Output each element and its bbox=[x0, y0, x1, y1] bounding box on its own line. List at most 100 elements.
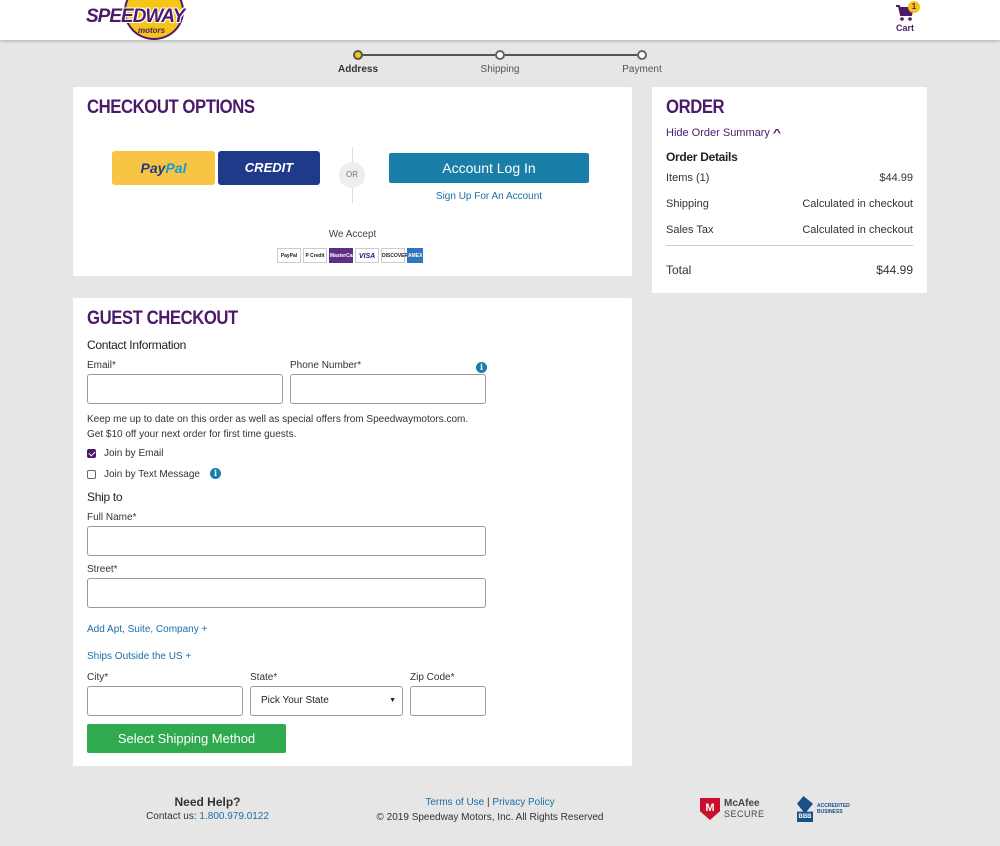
step-payment: Payment bbox=[602, 48, 682, 75]
mcafee-shield-icon: M bbox=[700, 798, 720, 820]
mcafee-secure-label: SECURE bbox=[724, 809, 765, 819]
promo-line-2: Get $10 off your next order for first ti… bbox=[87, 429, 297, 440]
zip-label: Zip Code* bbox=[410, 672, 455, 683]
bbb-torch-icon: BBB bbox=[797, 796, 813, 822]
paypal-credit-button[interactable]: CREDIT bbox=[218, 151, 320, 185]
contact-line: Contact us: 1.800.979.0122 bbox=[120, 811, 295, 822]
guest-checkout-title: GUEST CHECKOUT bbox=[87, 308, 238, 329]
state-select[interactable]: Pick Your State ▼ bbox=[250, 686, 403, 716]
email-field[interactable] bbox=[87, 374, 283, 404]
order-row-value: Calculated in checkout bbox=[802, 198, 913, 210]
bbb-text: ACCREDITED BUSINESS bbox=[817, 803, 850, 815]
accepted-payment-methods: PayPal P Credit MasterCard VISA DISCOVER… bbox=[277, 248, 423, 264]
city-label: City* bbox=[87, 672, 109, 683]
cart-label: Cart bbox=[895, 23, 914, 33]
state-label: State* bbox=[250, 672, 278, 683]
speedway-logo[interactable]: SPEEDWAY motors bbox=[86, 0, 186, 40]
order-total-label: Total bbox=[666, 263, 692, 277]
footer-legal: Terms of Use | Privacy Policy © 2019 Spe… bbox=[340, 797, 640, 823]
contact-information-heading: Contact Information bbox=[87, 338, 187, 352]
order-row-label: Sales Tax bbox=[666, 224, 714, 236]
cart-button[interactable]: 1 Cart bbox=[888, 1, 922, 38]
text-message-info-icon[interactable]: i bbox=[209, 468, 221, 479]
checkout-options-title: CHECKOUT OPTIONS bbox=[87, 97, 255, 118]
hide-order-summary-label: Hide Order Summary bbox=[666, 127, 770, 139]
discover-icon: DISCOVER bbox=[381, 248, 408, 263]
amex-icon: AMEX bbox=[407, 248, 423, 263]
checkout-options-card: CHECKOUT OPTIONS PayPal CREDIT OR Accoun… bbox=[73, 87, 632, 276]
order-row-shipping: Shipping Calculated in checkout bbox=[666, 198, 913, 210]
signup-link[interactable]: Sign Up For An Account bbox=[389, 191, 589, 202]
footer-links: Terms of Use | Privacy Policy bbox=[340, 797, 640, 808]
add-apt-suite-link[interactable]: Add Apt, Suite, Company + bbox=[87, 624, 207, 635]
order-details-heading: Order Details bbox=[666, 150, 738, 164]
cart-count-badge: 1 bbox=[908, 1, 920, 13]
order-row-label: Items (1) bbox=[666, 172, 710, 184]
step-label: Payment bbox=[622, 64, 662, 75]
footer-help: Need Help? Contact us: 1.800.979.0122 bbox=[120, 795, 295, 822]
step-address: Address bbox=[318, 48, 398, 75]
bbb-business-label: BUSINESS bbox=[817, 809, 843, 815]
join-email-option[interactable]: Join by Email bbox=[87, 448, 163, 459]
visa-icon: VISA bbox=[355, 248, 379, 263]
order-row-label: Shipping bbox=[666, 198, 709, 210]
paypal-label-pal: Pal bbox=[165, 160, 187, 176]
step-dot bbox=[353, 50, 363, 60]
need-help-heading: Need Help? bbox=[174, 795, 241, 809]
email-label: Email* bbox=[87, 360, 116, 371]
join-text-label: Join by Text Message bbox=[104, 469, 200, 480]
footer-separator: | bbox=[487, 797, 490, 808]
order-total-value: $44.99 bbox=[876, 263, 913, 277]
copyright: © 2019 Speedway Motors, Inc. All Rights … bbox=[376, 812, 604, 823]
mcafee-text: McAfee SECURE bbox=[724, 798, 765, 820]
contact-prefix: Contact us: bbox=[146, 811, 200, 822]
zip-field[interactable] bbox=[410, 686, 486, 716]
join-email-checkbox[interactable] bbox=[87, 449, 96, 458]
paypal-credit-icon: P Credit bbox=[303, 248, 327, 263]
join-text-checkbox[interactable] bbox=[87, 470, 96, 479]
promo-line-1: Keep me up to date on this order as well… bbox=[87, 414, 469, 425]
phone-info-icon[interactable]: i bbox=[476, 362, 487, 373]
phone-link[interactable]: 1.800.979.0122 bbox=[199, 811, 269, 822]
state-select-value: Pick Your State bbox=[261, 695, 329, 706]
logo-text: SPEEDWAY bbox=[86, 6, 185, 27]
bbb-accredited-badge[interactable]: BBB ACCREDITED BUSINESS bbox=[797, 796, 850, 822]
order-title: ORDER bbox=[666, 97, 725, 118]
dropdown-arrow-icon: ▼ bbox=[389, 697, 396, 704]
terms-link[interactable]: Terms of Use bbox=[425, 797, 484, 808]
step-shipping: Shipping bbox=[460, 48, 540, 75]
city-field[interactable] bbox=[87, 686, 243, 716]
logo-subtext: motors bbox=[138, 26, 166, 35]
join-email-label: Join by Email bbox=[104, 448, 164, 459]
step-label: Shipping bbox=[480, 64, 520, 75]
select-shipping-method-button[interactable]: Select Shipping Method bbox=[87, 724, 286, 753]
order-row-value: Calculated in checkout bbox=[802, 224, 913, 236]
privacy-link[interactable]: Privacy Policy bbox=[492, 797, 554, 808]
street-label: Street* bbox=[87, 564, 118, 575]
phone-label: Phone Number* bbox=[290, 360, 362, 371]
promo-text: Keep me up to date on this order as well… bbox=[87, 412, 507, 442]
street-field[interactable] bbox=[87, 578, 486, 608]
paypal-button[interactable]: PayPal bbox=[112, 151, 215, 185]
account-login-button[interactable]: Account Log In bbox=[389, 153, 589, 183]
order-summary-card: ORDER Hide Order Summary ^ Order Details … bbox=[652, 87, 927, 293]
we-accept-label: We Accept bbox=[328, 229, 377, 240]
chevron-up-icon: ^ bbox=[772, 128, 781, 139]
full-name-label: Full Name* bbox=[87, 512, 137, 523]
hide-order-summary-toggle[interactable]: Hide Order Summary ^ bbox=[666, 127, 781, 139]
ship-to-heading: Ship to bbox=[87, 490, 123, 504]
ships-outside-us-link[interactable]: Ships Outside the US + bbox=[87, 651, 191, 662]
phone-field[interactable] bbox=[290, 374, 486, 404]
paypal-credit-label: CREDIT bbox=[244, 160, 294, 175]
order-row-sales-tax: Sales Tax Calculated in checkout bbox=[666, 224, 913, 236]
or-badge: OR bbox=[339, 162, 365, 188]
order-row-value: $44.99 bbox=[879, 172, 913, 184]
paypal-icon: PayPal bbox=[277, 248, 301, 263]
mcafee-secure-badge[interactable]: M McAfee SECURE bbox=[700, 797, 765, 821]
order-row-items: Items (1) $44.99 bbox=[666, 172, 913, 184]
step-dot bbox=[495, 50, 505, 60]
join-text-option[interactable]: Join by Text Message i bbox=[87, 468, 221, 480]
full-name-field[interactable] bbox=[87, 526, 486, 556]
mcafee-label: McAfee bbox=[724, 798, 760, 809]
step-label: Address bbox=[337, 64, 378, 75]
